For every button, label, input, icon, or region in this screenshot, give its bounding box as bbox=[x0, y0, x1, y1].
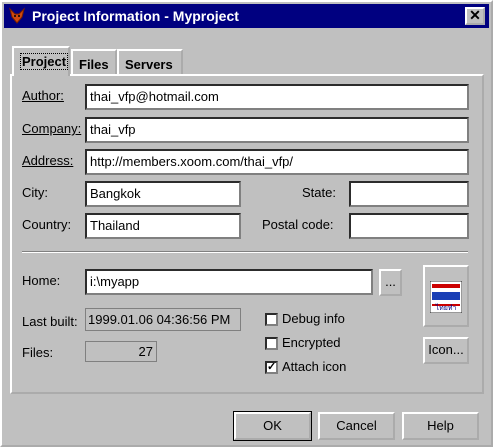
city-label: City: bbox=[22, 185, 48, 200]
tab-servers-label: Servers bbox=[125, 57, 173, 72]
tab-project-label: Project bbox=[20, 53, 69, 70]
encrypted-checkbox[interactable] bbox=[265, 337, 278, 350]
icon-button[interactable]: Icon... bbox=[423, 337, 469, 364]
window-title: Project Information - Myproject bbox=[32, 8, 239, 24]
ok-button[interactable]: OK bbox=[233, 411, 312, 441]
debug-info-label[interactable]: Debug info bbox=[282, 311, 345, 326]
address-label: Address: bbox=[22, 153, 74, 168]
tab-servers[interactable]: Servers bbox=[117, 49, 183, 75]
close-button[interactable]: ✕ bbox=[465, 7, 485, 25]
company-field[interactable]: thai_vfp bbox=[85, 117, 469, 143]
country-field[interactable]: Thailand bbox=[85, 213, 241, 239]
address-field[interactable]: http://members.xoom.com/thai_vfp/ bbox=[85, 149, 469, 175]
country-label: Country: bbox=[22, 217, 72, 232]
check-mark-icon: ✓ bbox=[267, 361, 277, 373]
postal-code-label: Postal code: bbox=[262, 217, 334, 232]
postal-code-field[interactable] bbox=[349, 213, 469, 239]
separator bbox=[22, 251, 468, 253]
icon-preview-frame: ไทยทำ bbox=[423, 265, 469, 327]
cancel-button[interactable]: Cancel bbox=[318, 412, 395, 440]
home-label: Home: bbox=[22, 273, 61, 288]
tab-files-label: Files bbox=[79, 57, 109, 72]
encrypted-label[interactable]: Encrypted bbox=[282, 335, 341, 350]
browse-button[interactable]: ... bbox=[379, 269, 402, 296]
help-button[interactable]: Help bbox=[402, 412, 479, 440]
author-field[interactable]: thai_vfp@hotmail.com bbox=[85, 84, 469, 110]
attach-icon-checkbox[interactable]: ✓ bbox=[265, 361, 278, 374]
last-built-value: 1999.01.06 04:36:56 PM bbox=[85, 308, 241, 331]
tab-files[interactable]: Files bbox=[71, 49, 117, 75]
icon-caption: ไทยทำ bbox=[435, 305, 457, 312]
attach-icon-label[interactable]: Attach icon bbox=[282, 359, 346, 374]
city-field[interactable]: Bangkok bbox=[85, 181, 241, 207]
company-label: Company: bbox=[22, 121, 82, 136]
project-info-dialog: Project Information - Myproject ✕ Projec… bbox=[0, 0, 493, 447]
fox-app-icon bbox=[9, 7, 25, 24]
home-field[interactable]: i:\myapp bbox=[85, 269, 373, 295]
files-label: Files: bbox=[22, 345, 54, 360]
state-label: State: bbox=[302, 185, 336, 200]
state-field[interactable] bbox=[349, 181, 469, 207]
last-built-label: Last built: bbox=[22, 314, 78, 329]
files-count: 27 bbox=[85, 341, 157, 362]
debug-info-checkbox[interactable] bbox=[265, 313, 278, 326]
tab-project[interactable]: Project bbox=[12, 46, 70, 76]
title-bar[interactable]: Project Information - Myproject ✕ bbox=[4, 4, 489, 28]
author-label: Author: bbox=[22, 88, 64, 103]
